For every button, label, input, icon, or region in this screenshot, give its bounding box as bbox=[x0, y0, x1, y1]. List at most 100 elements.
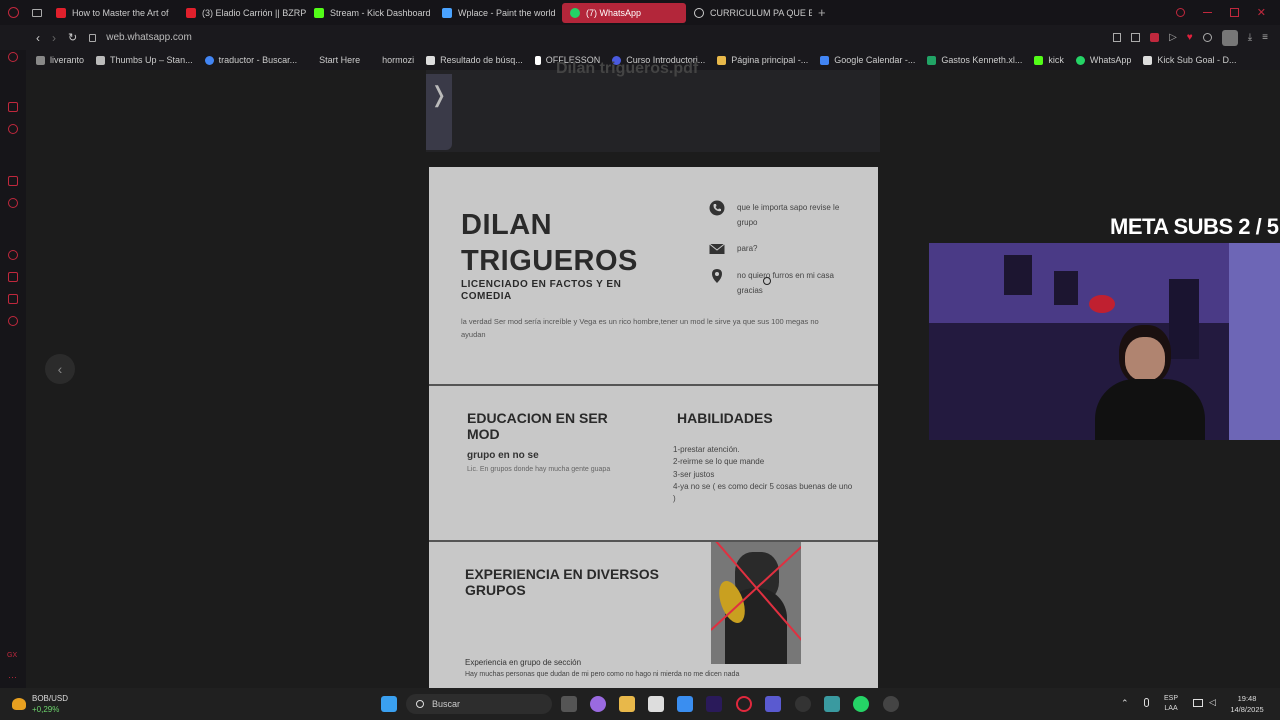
back-icon[interactable]: ‹ bbox=[36, 31, 40, 45]
tray-chevron-icon[interactable]: ⌃ bbox=[1121, 698, 1129, 709]
skill-item: 4-ya no se ( es como decir 5 cosas buena… bbox=[673, 481, 853, 504]
network-icon[interactable] bbox=[1193, 699, 1203, 707]
google-icon bbox=[204, 55, 214, 65]
bookmark-item[interactable]: Resultado de búsq... bbox=[426, 55, 523, 65]
education-title: EDUCACION EN SER MOD bbox=[467, 410, 608, 442]
close-icon[interactable]: ✕ bbox=[1257, 6, 1266, 19]
notion-icon[interactable] bbox=[648, 696, 664, 712]
mail-icon bbox=[709, 243, 725, 254]
clock[interactable]: 19:48 14/8/2025 bbox=[1224, 693, 1270, 715]
url-field[interactable]: web.whatsapp.com bbox=[106, 32, 192, 43]
star-icon bbox=[96, 55, 106, 65]
zoom-cursor-icon bbox=[763, 277, 771, 285]
previous-page: Dilan trigueros.pdf bbox=[426, 60, 880, 152]
avatar[interactable] bbox=[1221, 29, 1238, 46]
tab-item[interactable]: (3) Eladio Carrión || BZRP bbox=[178, 3, 306, 23]
whatsapp-taskbar-icon[interactable] bbox=[853, 696, 869, 712]
search-icon[interactable] bbox=[1175, 8, 1185, 17]
bookmark-item[interactable]: Kick Sub Goal - D... bbox=[1143, 55, 1236, 65]
cv-education-skills: EDUCACION EN SER MOD grupo en no se Lic.… bbox=[429, 388, 878, 542]
shield-icon[interactable] bbox=[1150, 33, 1160, 42]
volume-icon[interactable]: ◁ bbox=[1209, 697, 1216, 708]
bookmark-item[interactable]: hormozi bbox=[382, 55, 414, 65]
reload-icon[interactable]: ↻ bbox=[68, 31, 77, 44]
bookmark-item[interactable]: liveranto bbox=[36, 55, 84, 65]
more-icon[interactable]: ··· bbox=[8, 672, 17, 682]
lock-icon bbox=[89, 33, 97, 42]
notepad-icon[interactable] bbox=[824, 696, 840, 712]
pin-icon[interactable] bbox=[1113, 33, 1122, 42]
extension-icons[interactable]: ▷ ♥ ⤓ ≡ bbox=[1113, 29, 1268, 46]
gx-icon[interactable]: GX bbox=[7, 652, 17, 659]
forward-icon[interactable]: › bbox=[52, 31, 56, 45]
task-view-icon[interactable] bbox=[561, 696, 577, 712]
minimize-icon[interactable] bbox=[1202, 12, 1212, 13]
maximize-icon[interactable] bbox=[1229, 8, 1239, 17]
heart-icon[interactable]: ♥ bbox=[1187, 32, 1193, 43]
whatsapp-icon bbox=[1075, 55, 1085, 65]
taskbar-search[interactable]: Buscar bbox=[406, 694, 552, 714]
tab-menu-icon[interactable] bbox=[26, 3, 48, 23]
globe-icon bbox=[694, 7, 704, 18]
obs-icon[interactable] bbox=[795, 696, 811, 712]
download-icon[interactable] bbox=[8, 272, 18, 282]
extensions-icon[interactable] bbox=[8, 294, 18, 304]
browser-logo-icon[interactable] bbox=[0, 3, 26, 23]
youtube-icon bbox=[56, 7, 66, 18]
language-indicator[interactable]: ESP LAA bbox=[1164, 694, 1178, 714]
windows-start-icon[interactable] bbox=[381, 696, 397, 712]
premiere-icon[interactable] bbox=[706, 696, 722, 712]
telegram-icon[interactable] bbox=[8, 198, 18, 208]
download-icon[interactable]: ⤓ bbox=[1248, 32, 1252, 43]
weather-widget[interactable]: BOB/USD +0,29% bbox=[12, 693, 68, 715]
bookmark-item[interactable]: kick bbox=[1034, 55, 1064, 65]
skill-item: 3-ser justos bbox=[673, 469, 715, 479]
opera-gx-icon[interactable] bbox=[736, 696, 752, 712]
aria-icon[interactable] bbox=[8, 102, 18, 112]
app-icon[interactable] bbox=[883, 696, 899, 712]
cv-experience: EXPERIENCIA EN DIVERSOS GRUPOS Experienc… bbox=[429, 542, 878, 688]
menu-icon[interactable]: ≡ bbox=[1262, 32, 1268, 43]
offlesson-icon bbox=[534, 55, 541, 65]
teams-icon[interactable] bbox=[765, 696, 781, 712]
bookmark-item[interactable]: Gastos Kenneth.xl... bbox=[927, 55, 1022, 65]
education-subtitle: grupo en no se bbox=[467, 450, 539, 461]
tab-whatsapp-active[interactable]: (7) WhatsApp bbox=[562, 2, 686, 23]
browser-sidebar: GX ··· bbox=[0, 50, 26, 688]
education-text: Lic. En grupos donde hay mucha gente gua… bbox=[467, 466, 611, 473]
play-icon[interactable]: ▷ bbox=[1169, 32, 1177, 43]
twitch-icon[interactable] bbox=[8, 176, 18, 186]
next-arrow-icon[interactable]: ❭ bbox=[426, 74, 452, 150]
calendar-icon bbox=[820, 55, 830, 65]
wplace-icon bbox=[442, 7, 452, 18]
webcam-feed bbox=[929, 243, 1280, 440]
tab-item[interactable]: How to Master the Art of bbox=[48, 3, 178, 23]
tab-item[interactable]: Stream - Kick Dashboard bbox=[306, 3, 434, 23]
copilot-icon[interactable] bbox=[590, 696, 606, 712]
previous-page-button[interactable]: ‹ bbox=[45, 354, 75, 384]
history-icon[interactable] bbox=[8, 52, 18, 62]
cv-page: DILAN TRIGUEROS LICENCIADO EN FACTOS Y E… bbox=[429, 167, 878, 688]
bookmark-item[interactable]: WhatsApp bbox=[1075, 55, 1131, 65]
drive-icon bbox=[717, 55, 727, 65]
bookmark-item[interactable]: Google Calendar -... bbox=[820, 55, 915, 65]
extensions-icon[interactable] bbox=[1202, 33, 1212, 42]
todo-icon[interactable] bbox=[677, 696, 693, 712]
whatsapp-icon bbox=[570, 7, 580, 18]
bookmark-item[interactable]: Start Here bbox=[319, 55, 360, 65]
skill-item: 2-reirme se lo que mande bbox=[673, 457, 765, 467]
settings-icon[interactable] bbox=[8, 316, 18, 326]
file-explorer-icon[interactable] bbox=[619, 696, 635, 712]
mic-icon[interactable] bbox=[1144, 698, 1149, 707]
skill-item: 1-prestar atención. bbox=[673, 445, 740, 454]
bookmark-item[interactable]: Thumbs Up – Stan... bbox=[96, 55, 193, 65]
clock-icon[interactable] bbox=[8, 250, 18, 260]
tab-item[interactable]: Wplace - Paint the world bbox=[434, 3, 562, 23]
new-tab-button[interactable]: + bbox=[818, 5, 826, 20]
bookmark-item[interactable]: traductor - Buscar... bbox=[204, 55, 297, 65]
tab-item[interactable]: CURRICULUM PA QUE EL bbox=[686, 3, 812, 23]
gx-corner-icon[interactable] bbox=[8, 124, 18, 134]
bookmark-item[interactable]: Página principal -... bbox=[717, 55, 808, 65]
bookmark-icon bbox=[36, 55, 45, 65]
screenshot-icon[interactable] bbox=[1131, 33, 1141, 42]
